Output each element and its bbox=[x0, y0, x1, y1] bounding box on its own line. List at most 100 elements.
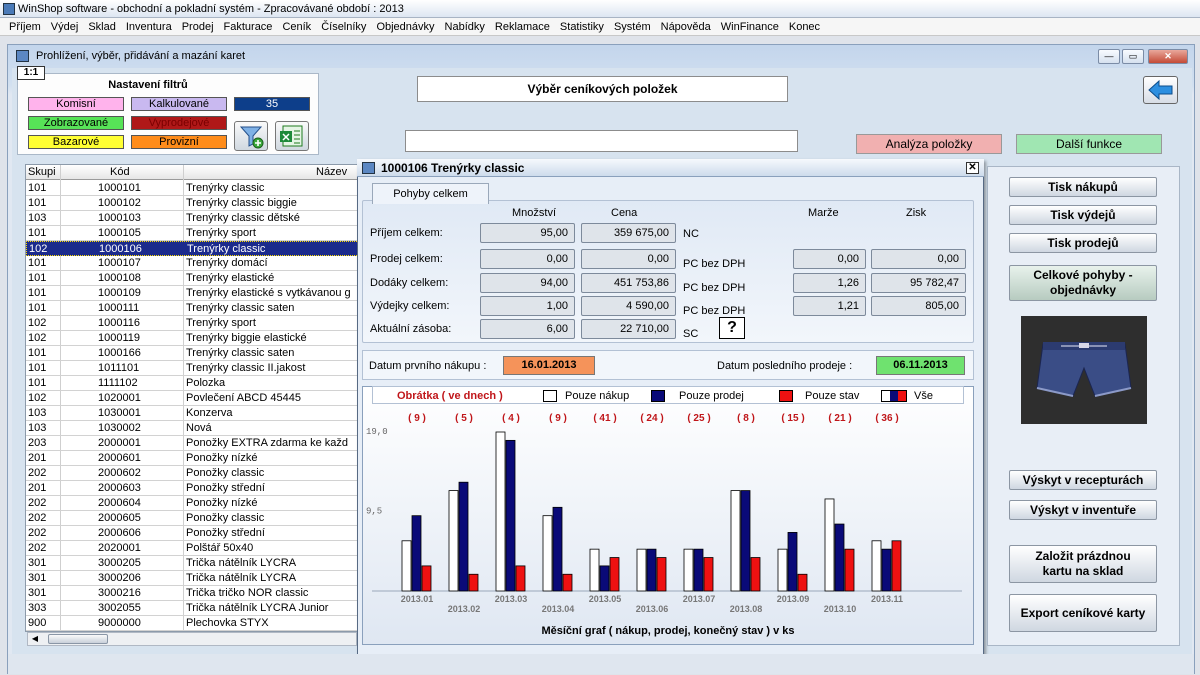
table-row[interactable]: 101 1000166 Trenýrky classic saten bbox=[26, 346, 357, 361]
tisk-prodeju-button[interactable]: Tisk prodejů bbox=[1009, 233, 1157, 253]
cell-n: Trenýrky classic dětské bbox=[186, 212, 300, 224]
menu-item-13[interactable]: Nápověda bbox=[656, 21, 716, 33]
menu-item-12[interactable]: Systém bbox=[609, 21, 656, 33]
search-input[interactable] bbox=[405, 130, 798, 152]
table-row[interactable]: 301 3000206 Trička nátělník LYCRA bbox=[26, 571, 357, 586]
menu-item-15[interactable]: Konec bbox=[784, 21, 825, 33]
totals-qty: 0,00 bbox=[480, 249, 575, 269]
totals-qty: 94,00 bbox=[480, 273, 575, 293]
header-kod[interactable]: Kód bbox=[110, 166, 130, 178]
chart-bar-nakup bbox=[683, 548, 694, 592]
cell-g: 900 bbox=[28, 617, 47, 629]
chart-bar-stav bbox=[797, 573, 808, 592]
totals-unit: PC bez DPH bbox=[683, 258, 746, 270]
menu-item-6[interactable]: Ceník bbox=[277, 21, 316, 33]
table-row[interactable]: 303 3002055 Trička nátělník LYCRA Junior bbox=[26, 601, 357, 616]
table-row[interactable]: 102 1000119 Trenýrky biggie elastické bbox=[26, 331, 357, 346]
table-row[interactable]: 103 1000103 Trenýrky classic dětské bbox=[26, 211, 357, 226]
table-row[interactable]: 101 1111102 Polozka bbox=[26, 376, 357, 391]
turnover-label: ( 36 ) bbox=[875, 413, 898, 424]
cell-k: 1000111 bbox=[98, 302, 140, 314]
table-row[interactable]: 101 1000105 Trenýrky sport bbox=[26, 226, 357, 241]
table-row[interactable]: 201 2000601 Ponožky nízké bbox=[26, 451, 357, 466]
table-row[interactable]: 202 2000604 Ponožky nízké bbox=[26, 496, 357, 511]
tab-pohyby-celkem[interactable]: Pohyby celkem bbox=[372, 183, 489, 204]
restore-button[interactable]: ▭ bbox=[1122, 49, 1144, 64]
totals-zisk: 0,00 bbox=[871, 249, 966, 269]
menu-item-11[interactable]: Statistiky bbox=[555, 21, 609, 33]
col-header-zisk: Zisk bbox=[906, 207, 927, 219]
help-button[interactable]: ? bbox=[719, 317, 745, 339]
table-row[interactable]: 101 1000109 Trenýrky elastické s vytkávano… bbox=[26, 286, 357, 301]
menu-item-14[interactable]: WinFinance bbox=[716, 21, 784, 33]
table-row[interactable]: 201 2000603 Ponožky střední bbox=[26, 481, 357, 496]
celkove-pohyby-button[interactable]: Celkové pohyby - objednávky bbox=[1009, 265, 1157, 301]
chart-bar-nakup bbox=[777, 548, 788, 592]
table-row[interactable]: 202 2000605 Ponožky classic bbox=[26, 511, 357, 526]
scroll-thumb[interactable] bbox=[48, 634, 108, 644]
filter-chip-provizni[interactable]: Provizní bbox=[131, 135, 227, 149]
vyskyt-v-inventure-button[interactable]: Výskyt v inventuře bbox=[1009, 500, 1157, 520]
table-row[interactable]: 301 3000216 Trička tričko NOR classic bbox=[26, 586, 357, 601]
menu-item-5[interactable]: Fakturace bbox=[219, 21, 278, 33]
zalozit-kartu-button[interactable]: Založit prázdnou kartu na sklad bbox=[1009, 545, 1157, 583]
menu-item-10[interactable]: Reklamace bbox=[490, 21, 555, 33]
close-window-button[interactable]: ✕ bbox=[1148, 49, 1188, 64]
x-tick-label: 2013.04 bbox=[542, 604, 575, 614]
menu-item-1[interactable]: Výdej bbox=[46, 21, 84, 33]
filter-chip-kalkulovane[interactable]: Kalkulované bbox=[131, 97, 227, 111]
table-row[interactable]: 101 1000111 Trenýrky classic saten bbox=[26, 301, 357, 316]
cell-g: 201 bbox=[28, 482, 47, 494]
tisk-vydeju-button[interactable]: Tisk výdejů bbox=[1009, 205, 1157, 225]
excel-export-button[interactable] bbox=[275, 121, 309, 151]
dialog-close-button[interactable]: ✕ bbox=[966, 162, 979, 174]
analyza-polozky-button[interactable]: Analýza položky bbox=[856, 134, 1002, 154]
table-row[interactable]: 203 2000001 Ponožky EXTRA zdarma ke každ bbox=[26, 436, 357, 451]
table-row[interactable]: 101 1000101 Trenýrky classic bbox=[26, 181, 357, 196]
vyskyt-v-recepturach-button[interactable]: Výskyt v recepturách bbox=[1009, 470, 1157, 490]
cell-k: 1000105 bbox=[98, 227, 141, 239]
scroll-left-icon[interactable]: ◀ bbox=[28, 633, 42, 645]
menu-item-7[interactable]: Číselníky bbox=[316, 21, 371, 33]
horizontal-scrollbar[interactable]: ◀ bbox=[27, 632, 357, 646]
export-karty-button[interactable]: Export ceníkové karty bbox=[1009, 594, 1157, 632]
header-skupina[interactable]: Skupi bbox=[28, 166, 56, 178]
filter-chip-zobrazovane[interactable]: Zobrazované bbox=[28, 116, 124, 130]
menu-item-2[interactable]: Sklad bbox=[83, 21, 121, 33]
tisk-nakupu-button[interactable]: Tisk nákupů bbox=[1009, 177, 1157, 197]
table-row[interactable]: 102 1000106 Trenýrky classic bbox=[26, 241, 357, 256]
totals-row-label: Aktuální zásoba: bbox=[370, 323, 452, 335]
table-row[interactable]: 103 1030001 Konzerva bbox=[26, 406, 357, 421]
table-row[interactable]: 202 2000602 Ponožky classic bbox=[26, 466, 357, 481]
table-row[interactable]: 202 2020001 Polštář 50x40 bbox=[26, 541, 357, 556]
cell-k: 1000108 bbox=[98, 272, 141, 284]
table-row[interactable]: 101 1000108 Trenýrky elastické bbox=[26, 271, 357, 286]
table-row[interactable]: 301 3000205 Trička nátělník LYCRA bbox=[26, 556, 357, 571]
first-purchase-date: 16.01.2013 bbox=[503, 356, 595, 375]
totals-price: 451 753,86 bbox=[581, 273, 676, 293]
menu-item-9[interactable]: Nabídky bbox=[440, 21, 490, 33]
table-row[interactable]: 101 1000102 Trenýrky classic biggie bbox=[26, 196, 357, 211]
filter-chip-vyprodejove[interactable]: Vyprodejové bbox=[131, 116, 227, 130]
table-row[interactable]: 102 1020001 Povlečení ABCD 45445 bbox=[26, 391, 357, 406]
menu-item-3[interactable]: Inventura bbox=[121, 21, 177, 33]
table-row[interactable]: 102 1000116 Trenýrky sport bbox=[26, 316, 357, 331]
menu-item-4[interactable]: Prodej bbox=[177, 21, 219, 33]
menu-item-8[interactable]: Objednávky bbox=[371, 21, 439, 33]
filter-add-button[interactable] bbox=[234, 121, 268, 151]
filter-chip-bazarove[interactable]: Bazarové bbox=[28, 135, 124, 149]
table-row[interactable]: 202 2000606 Ponožky střední bbox=[26, 526, 357, 541]
table-row[interactable]: 101 1011101 Trenýrky classic II.jakost bbox=[26, 361, 357, 376]
cell-k: 1030002 bbox=[98, 422, 141, 434]
filter-chip-komisni[interactable]: Komisní bbox=[28, 97, 124, 111]
table-row[interactable]: 101 1000107 Trenýrky domácí bbox=[26, 256, 357, 271]
table-row[interactable]: 900 9000000 Plechovka STYX bbox=[26, 616, 357, 631]
table-row[interactable]: 103 1030002 Nová bbox=[26, 421, 357, 436]
menu-item-0[interactable]: Příjem bbox=[4, 21, 46, 33]
back-button[interactable] bbox=[1143, 76, 1178, 104]
minimize-button[interactable]: — bbox=[1098, 49, 1120, 64]
totals-qty: 6,00 bbox=[480, 319, 575, 339]
cell-k: 1030001 bbox=[98, 407, 141, 419]
header-nazev[interactable]: Název bbox=[316, 166, 347, 178]
dalsi-funkce-button[interactable]: Další funkce bbox=[1016, 134, 1162, 154]
